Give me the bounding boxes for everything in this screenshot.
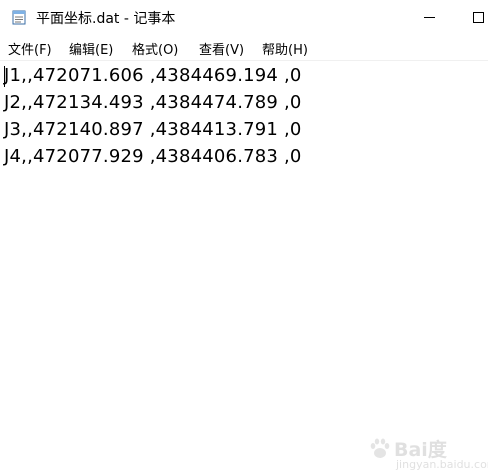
baidu-watermark: Bai度 jingyan.baidu.com [368,433,488,473]
menu-help[interactable]: 帮助(H) [262,39,308,58]
menu-edit[interactable]: 编辑(E) [69,39,113,58]
title-bar: 平面坐标.dat - 记事本 [0,0,488,36]
text-line: J1,,472071.606 ,4384469.194 ,0 [4,65,302,86]
text-editor[interactable]: J1,,472071.606 ,4384469.194 ,0 J2,,47213… [0,60,488,471]
text-line: J2,,472134.493 ,4384474.789 ,0 [4,92,302,113]
watermark-subtext: jingyan.baidu.com [396,458,488,471]
maximize-icon [473,12,484,23]
minimize-button[interactable] [407,0,453,36]
maximize-button[interactable] [453,0,488,36]
paw-icon [370,438,390,458]
text-line: J3,,472140.897 ,4384413.791 ,0 [4,119,302,140]
menu-view[interactable]: 查看(V) [199,39,244,58]
text-line: J4,,472077.929 ,4384406.783 ,0 [4,146,302,167]
window-title: 平面坐标.dat - 记事本 [36,11,176,27]
menu-format[interactable]: 格式(O) [132,39,178,58]
notepad-icon [11,9,27,25]
minimize-icon [424,17,435,18]
menu-bar: 文件(F) 编辑(E) 格式(O) 查看(V) 帮助(H) [0,36,488,60]
menu-file[interactable]: 文件(F) [8,39,52,58]
